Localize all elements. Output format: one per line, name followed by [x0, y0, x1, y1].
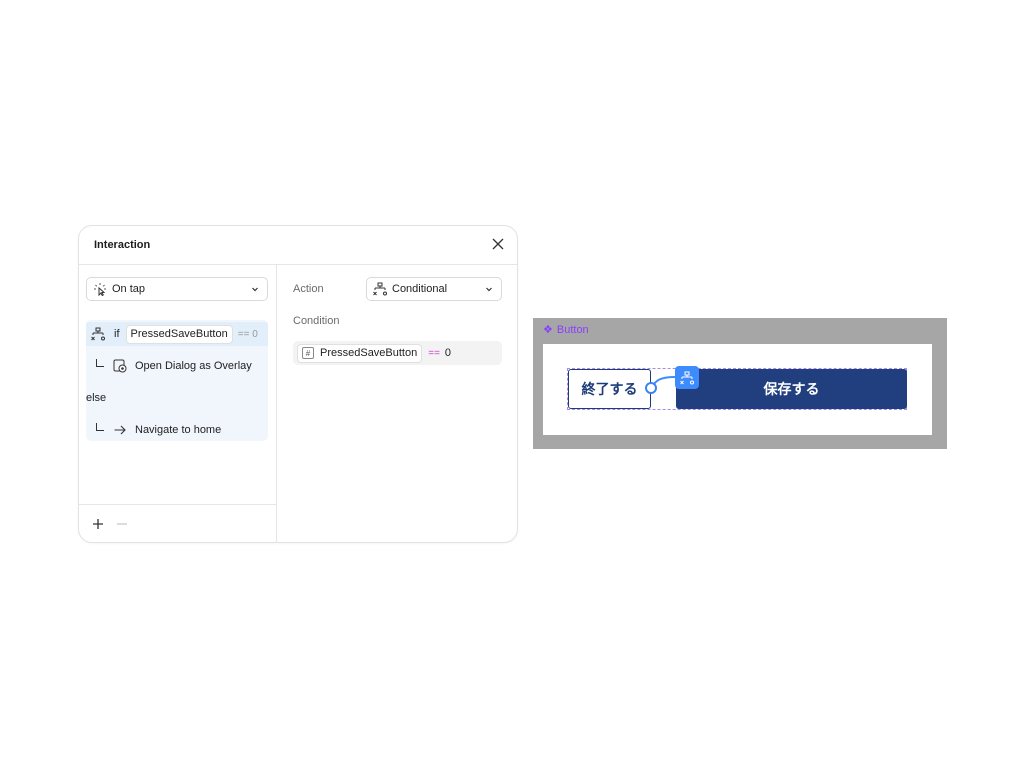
- chevron-down-icon: [485, 284, 493, 294]
- conditional-icon: [373, 282, 387, 296]
- flow-if-row[interactable]: if PressedSaveButton == 0: [86, 322, 268, 346]
- flow-else-row[interactable]: else: [86, 386, 268, 410]
- condition-operator: == 0: [237, 328, 258, 340]
- close-icon[interactable]: [491, 237, 505, 251]
- chevron-down-icon: [251, 284, 259, 294]
- button-frame[interactable]: 終了する 保存する: [543, 344, 932, 435]
- conditional-badge-icon[interactable]: [675, 366, 699, 389]
- canvas-area: ❖ Button 終了する 保存する: [533, 318, 947, 449]
- arrow-right-icon: [113, 423, 127, 437]
- overlay-icon: [113, 359, 127, 373]
- if-keyword: if: [114, 328, 120, 340]
- branch-connector: [96, 359, 104, 367]
- panel-title: Interaction: [94, 239, 151, 251]
- remove-icon[interactable]: [116, 517, 128, 529]
- save-button[interactable]: 保存する: [676, 369, 907, 409]
- variable-chip[interactable]: # PressedSaveButton: [297, 343, 423, 363]
- component-label[interactable]: ❖ Button: [543, 323, 589, 337]
- action-label: Action: [293, 283, 324, 295]
- hash-icon: #: [302, 347, 314, 359]
- list-footer: [79, 504, 276, 542]
- flow-else-action-row[interactable]: Navigate to home: [86, 418, 268, 441]
- component-icon: ❖: [543, 324, 553, 336]
- then-action-label: Open Dialog as Overlay: [135, 360, 252, 372]
- condition-value: 0: [444, 347, 452, 359]
- else-action-label: Navigate to home: [135, 424, 222, 436]
- add-icon[interactable]: [92, 517, 104, 529]
- conditional-icon: [91, 327, 105, 341]
- else-keyword: else: [86, 392, 107, 404]
- condition-label: Condition: [293, 315, 340, 327]
- component-name: Button: [556, 323, 589, 336]
- action-select[interactable]: Conditional: [366, 277, 502, 301]
- interaction-list-column: On tap if PressedSaveButton == 0 Open Di…: [79, 265, 277, 542]
- trigger-select[interactable]: On tap: [86, 277, 268, 301]
- interaction-flow: if PressedSaveButton == 0 Open Dialog as…: [86, 320, 268, 441]
- variable-chip: PressedSaveButton: [125, 324, 233, 344]
- condition-variable: PressedSaveButton: [320, 346, 418, 359]
- tap-icon: [93, 282, 107, 296]
- condition-operator: ==: [428, 347, 440, 359]
- panel-header: Interaction: [79, 226, 517, 265]
- action-value: Conditional: [392, 283, 448, 295]
- connector-handle[interactable]: [645, 382, 657, 394]
- interaction-detail-column: Action Conditional Condition # PressedSa…: [277, 265, 517, 542]
- condition-field[interactable]: # PressedSaveButton == 0: [293, 341, 502, 365]
- end-button[interactable]: 終了する: [568, 369, 651, 409]
- interaction-panel: Interaction On tap if PressedSaveButton …: [78, 225, 518, 543]
- flow-then-row[interactable]: Open Dialog as Overlay: [86, 354, 268, 378]
- trigger-label: On tap: [112, 283, 146, 295]
- branch-connector: [96, 423, 104, 431]
